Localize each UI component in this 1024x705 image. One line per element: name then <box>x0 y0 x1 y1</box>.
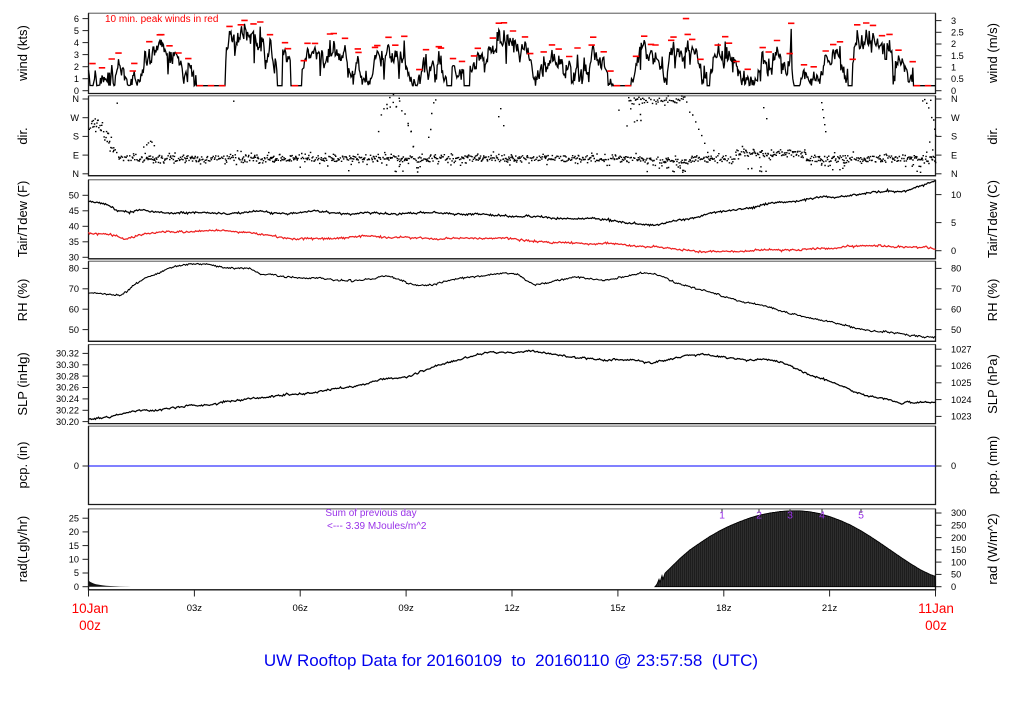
svg-text:UW Rooftop Data for 20160109: UW Rooftop Data for 20160109 to 20160110… <box>264 651 758 670</box>
svg-text:<--- 3.39 MJoules/m^2: <--- 3.39 MJoules/m^2 <box>327 521 427 532</box>
svg-text:30.22: 30.22 <box>56 406 79 416</box>
svg-text:50: 50 <box>69 191 79 201</box>
svg-text:0: 0 <box>951 246 956 256</box>
svg-text:18z: 18z <box>716 603 732 614</box>
svg-text:80: 80 <box>951 264 961 274</box>
svg-text:80: 80 <box>69 264 79 274</box>
svg-text:2: 2 <box>756 510 762 522</box>
svg-text:50: 50 <box>69 325 79 335</box>
svg-text:30.32: 30.32 <box>56 349 79 359</box>
svg-text:1023: 1023 <box>951 412 971 422</box>
svg-text:10: 10 <box>69 555 79 565</box>
svg-text:1024: 1024 <box>951 395 971 405</box>
svg-text:3: 3 <box>951 16 956 26</box>
svg-text:4: 4 <box>819 510 825 522</box>
svg-text:0: 0 <box>951 582 956 592</box>
svg-text:5: 5 <box>74 568 79 578</box>
svg-text:30.30: 30.30 <box>56 360 79 370</box>
svg-text:3: 3 <box>787 510 793 522</box>
svg-text:SLP (inHg): SLP (inHg) <box>15 352 30 415</box>
svg-text:W: W <box>951 113 960 123</box>
svg-text:30.28: 30.28 <box>56 371 79 381</box>
svg-text:0.5: 0.5 <box>951 74 964 84</box>
svg-text:5: 5 <box>951 218 956 228</box>
svg-text:1: 1 <box>719 510 725 522</box>
svg-text:1025: 1025 <box>951 378 971 388</box>
svg-text:50: 50 <box>951 325 961 335</box>
svg-text:0: 0 <box>951 461 956 471</box>
svg-text:60: 60 <box>951 304 961 314</box>
svg-text:rad (W/m^2): rad (W/m^2) <box>985 513 1000 584</box>
svg-text:5: 5 <box>858 510 864 522</box>
svg-text:Tair/Tdew (C): Tair/Tdew (C) <box>985 180 1000 258</box>
svg-text:N: N <box>951 94 958 104</box>
svg-text:1026: 1026 <box>951 361 971 371</box>
svg-text:20: 20 <box>69 527 79 537</box>
svg-text:2: 2 <box>74 62 79 72</box>
svg-text:11Jan: 11Jan <box>918 601 954 616</box>
svg-text:E: E <box>951 150 957 160</box>
svg-text:N: N <box>72 169 79 179</box>
svg-text:6: 6 <box>74 14 79 24</box>
svg-text:30.26: 30.26 <box>56 383 79 393</box>
svg-text:pcp. (mm): pcp. (mm) <box>985 436 1000 495</box>
svg-text:300: 300 <box>951 508 966 518</box>
svg-text:1: 1 <box>74 74 79 84</box>
svg-text:RH (%): RH (%) <box>985 279 1000 322</box>
svg-text:1.5: 1.5 <box>951 51 964 61</box>
svg-text:12z: 12z <box>504 603 520 614</box>
svg-text:rad(Lgly/hr): rad(Lgly/hr) <box>15 516 30 582</box>
svg-text:40: 40 <box>69 222 79 232</box>
svg-text:06z: 06z <box>293 603 309 614</box>
svg-text:N: N <box>951 169 958 179</box>
svg-text:2.5: 2.5 <box>951 28 964 38</box>
svg-text:250: 250 <box>951 521 966 531</box>
svg-text:100: 100 <box>951 557 966 567</box>
svg-text:2: 2 <box>951 39 956 49</box>
svg-text:200: 200 <box>951 533 966 543</box>
svg-text:10: 10 <box>951 190 961 200</box>
svg-text:wind (m/s): wind (m/s) <box>985 23 1000 84</box>
svg-text:4: 4 <box>74 38 79 48</box>
svg-text:N: N <box>72 94 79 104</box>
svg-text:30: 30 <box>69 253 79 263</box>
svg-text:5: 5 <box>74 26 79 36</box>
svg-text:S: S <box>951 132 957 142</box>
svg-text:25: 25 <box>69 513 79 523</box>
svg-text:09z: 09z <box>398 603 414 614</box>
svg-text:70: 70 <box>69 284 79 294</box>
svg-text:45: 45 <box>69 206 79 216</box>
svg-text:wind (kts): wind (kts) <box>15 25 30 82</box>
svg-text:00z: 00z <box>925 618 947 633</box>
svg-text:1027: 1027 <box>951 344 971 354</box>
svg-text:03z: 03z <box>187 603 203 614</box>
svg-text:1: 1 <box>951 63 956 73</box>
svg-text:10Jan: 10Jan <box>72 601 109 616</box>
svg-text:dir.: dir. <box>985 127 1000 144</box>
svg-text:10 min. peak winds in red: 10 min. peak winds in red <box>105 14 218 25</box>
svg-text:pcp. (in): pcp. (in) <box>15 442 30 489</box>
svg-text:150: 150 <box>951 545 966 555</box>
svg-text:E: E <box>73 150 79 160</box>
svg-text:50: 50 <box>951 570 961 580</box>
svg-text:15: 15 <box>69 541 79 551</box>
svg-text:30.20: 30.20 <box>56 417 79 427</box>
svg-text:Sum of previous day: Sum of previous day <box>325 508 416 519</box>
svg-text:00z: 00z <box>79 618 101 633</box>
svg-text:RH (%): RH (%) <box>15 279 30 322</box>
svg-text:0: 0 <box>74 582 79 592</box>
svg-text:21z: 21z <box>822 603 838 614</box>
svg-text:15z: 15z <box>610 603 626 614</box>
svg-text:S: S <box>73 132 79 142</box>
svg-text:70: 70 <box>951 284 961 294</box>
svg-text:SLP (hPa): SLP (hPa) <box>985 354 1000 414</box>
svg-text:Tair/Tdew (F): Tair/Tdew (F) <box>15 181 30 258</box>
svg-text:W: W <box>70 113 79 123</box>
svg-text:60: 60 <box>69 304 79 314</box>
svg-text:30.24: 30.24 <box>56 394 79 404</box>
svg-text:0: 0 <box>74 461 79 471</box>
svg-text:35: 35 <box>69 237 79 247</box>
svg-text:dir.: dir. <box>15 127 30 144</box>
svg-text:3: 3 <box>74 50 79 60</box>
